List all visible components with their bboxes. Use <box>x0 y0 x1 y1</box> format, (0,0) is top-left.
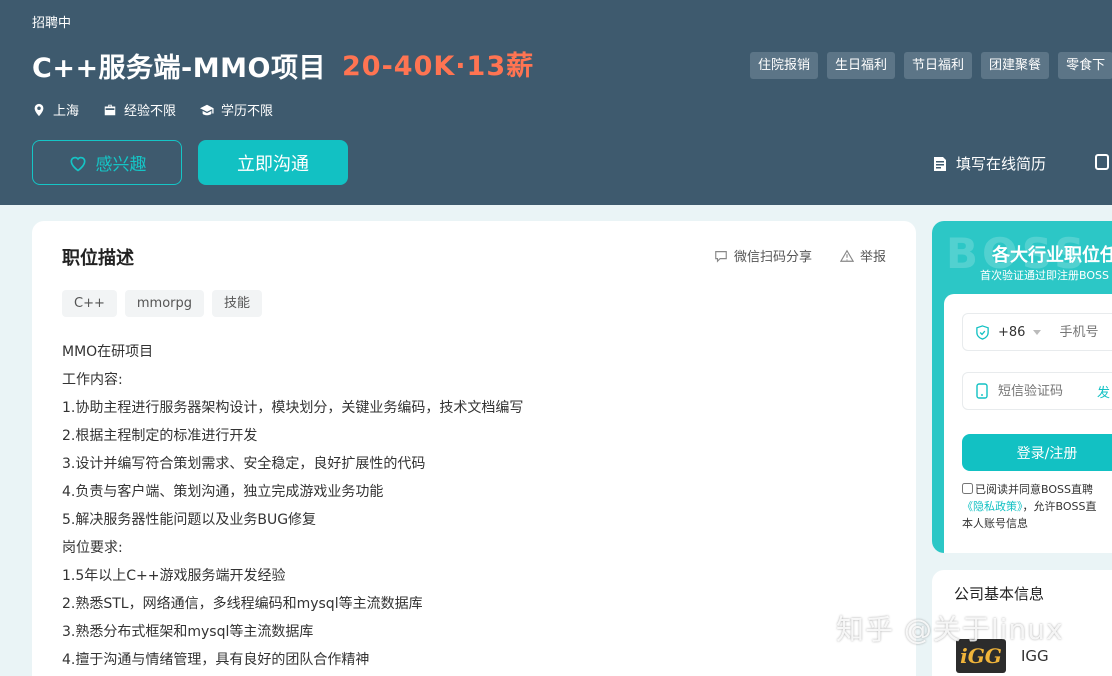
panel-subline: 首次验证通过即注册BOSS <box>980 269 1109 282</box>
phone-input[interactable] <box>1059 324 1112 340</box>
chat-now-button[interactable]: 立即沟通 <box>198 140 348 185</box>
phone-field[interactable]: +86 <box>962 313 1112 351</box>
resume-label: 填写在线简历 <box>956 155 1047 173</box>
recruiting-status: 招聘中 <box>32 16 72 31</box>
country-code-select[interactable]: +86 <box>998 325 1025 340</box>
salary: 20-40K·13薪 <box>342 51 535 82</box>
education-text: 学历不限 <box>221 104 274 119</box>
agree-text-2: ，允许BOSS直 <box>1022 500 1097 513</box>
privacy-policy-link[interactable]: 《隐私政策》 <box>962 500 1023 513</box>
desc-line: 4.负责与客户端、策划沟通，独立完成游戏业务功能 <box>62 484 384 500</box>
benefit-tag: 团建聚餐 <box>981 52 1050 79</box>
fill-resume-link[interactable]: 填写在线简历 <box>932 153 1046 174</box>
skill-tags: C++ mmorpg 技能 <box>62 290 263 317</box>
benefit-tag: 住院报销 <box>750 52 819 79</box>
desc-line: 1.5年以上C++游戏服务端开发经验 <box>62 568 286 584</box>
agree-text-3: 本人账号信息 <box>962 517 1028 530</box>
benefit-tag: 生日福利 <box>827 52 896 79</box>
skill-tag: 技能 <box>212 290 263 317</box>
zhihu-watermark: 知乎 @关于linux <box>836 613 1064 646</box>
card-actions: 微信扫码分享 举报 <box>714 246 886 265</box>
panel-headline: 各大行业职位任 <box>992 245 1112 266</box>
phone-icon <box>976 383 988 399</box>
desc-line: 4.擅于沟通与情绪管理，具有良好的团队合作精神 <box>62 652 370 668</box>
shield-icon <box>976 324 989 340</box>
chat-bubble-icon <box>715 250 727 263</box>
benefit-tag: 节日福利 <box>904 52 973 79</box>
report-label: 举报 <box>859 250 886 265</box>
agreement: 已阅读并同意BOSS直聘 《隐私政策》，允许BOSS直 本人账号信息 <box>962 481 1112 532</box>
agree-text: 已阅读并同意BOSS直聘 <box>975 483 1093 496</box>
desc-line: 1.协助主程进行服务器架构设计，模块划分，关键业务编码，技术文档编写 <box>62 400 524 416</box>
wechat-share-link[interactable]: 微信扫码分享 <box>714 246 812 265</box>
warning-icon <box>839 249 854 262</box>
app-icon[interactable] <box>1095 154 1109 170</box>
company-name[interactable]: IGG <box>1021 647 1049 665</box>
job-meta: 上海 经验不限 学历不限 <box>32 100 273 119</box>
benefit-tags: 住院报销 生日福利 节日福利 团建聚餐 零食下 <box>750 52 1112 79</box>
experience-text: 经验不限 <box>124 104 177 119</box>
share-label: 微信扫码分享 <box>733 250 812 265</box>
interest-label: 感兴趣 <box>95 155 147 175</box>
job-title: C++服务端-MMO项目 <box>32 53 326 84</box>
location-text: 上海 <box>53 104 80 119</box>
job-header: 招聘中 C++服务端-MMO项目 20-40K·13薪 住院报销 生日福利 节日… <box>0 0 1112 205</box>
benefit-tag: 零食下 <box>1058 52 1112 79</box>
briefcase-icon <box>104 104 116 115</box>
desc-line: 2.熟悉STL，网络通信，多线程编码和mysql等主流数据库 <box>62 596 423 612</box>
skill-tag: C++ <box>62 290 117 317</box>
heart-icon <box>69 156 86 172</box>
sms-code-field[interactable]: 发 <box>962 372 1112 410</box>
desc-line: MMO在研项目 <box>62 344 154 360</box>
send-code-button[interactable]: 发 <box>1097 382 1110 401</box>
location-pin-icon <box>34 103 44 116</box>
chevron-down-icon <box>1033 329 1042 335</box>
job-description-text: MMO在研项目 工作内容: 1.协助主程进行服务器架构设计，模块划分，关键业务编… <box>62 338 523 674</box>
resume-icon <box>934 156 946 171</box>
job-description-card: 职位描述 微信扫码分享 举报 C++ mmorpg 技能 MMO在研项目 工作内… <box>32 221 916 676</box>
agree-checkbox[interactable] <box>962 483 973 494</box>
sms-code-input[interactable] <box>998 383 1088 399</box>
meta-location: 上海 <box>32 100 79 119</box>
desc-line: 3.熟悉分布式框架和mysql等主流数据库 <box>62 624 314 640</box>
desc-line: 工作内容: <box>62 372 123 388</box>
graduation-cap-icon <box>200 104 214 115</box>
meta-education: 学历不限 <box>200 100 273 119</box>
meta-experience: 经验不限 <box>103 100 176 119</box>
interest-button[interactable]: 感兴趣 <box>32 140 182 185</box>
company-info-title: 公司基本信息 <box>954 585 1045 603</box>
report-link[interactable]: 举报 <box>839 246 886 265</box>
desc-line: 2.根据主程制定的标准进行开发 <box>62 428 258 444</box>
login-register-button[interactable]: 登录/注册 <box>962 434 1112 471</box>
section-title: 职位描述 <box>62 248 134 269</box>
skill-tag: mmorpg <box>124 290 205 317</box>
desc-line: 3.设计并编写符合策划需求、安全稳定，良好扩展性的代码 <box>62 456 426 472</box>
desc-line: 5.解决服务器性能问题以及业务BUG修复 <box>62 512 317 528</box>
desc-line: 岗位要求: <box>62 540 123 556</box>
